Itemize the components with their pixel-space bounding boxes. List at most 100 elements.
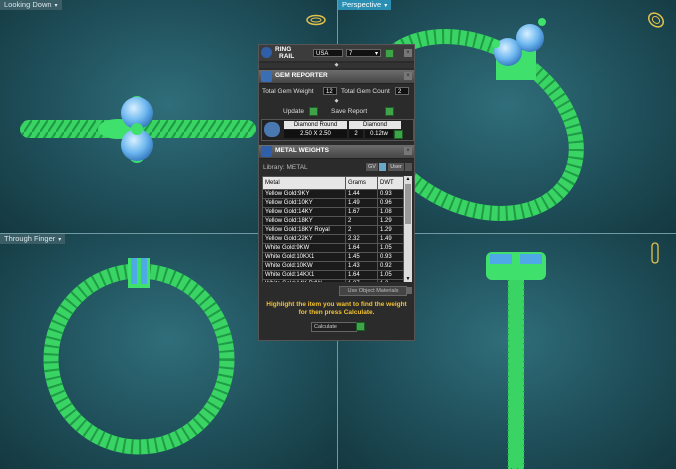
dwt-cell: 1.05 xyxy=(377,270,404,280)
gv-button[interactable]: GV xyxy=(366,163,378,171)
column-header-metal[interactable]: Metal xyxy=(262,176,346,190)
metal-weights-header: METAL WEIGHTS × xyxy=(259,145,414,159)
metal-name-cell: Yellow Gold:14KY xyxy=(262,207,346,217)
dwt-cell: 0.93 xyxy=(377,252,404,262)
metal-name-cell: Yellow Gold:18KY Royal xyxy=(262,225,346,235)
chevron-down-icon[interactable]: ▾ xyxy=(58,237,61,243)
table-row[interactable]: Yellow Gold:18KY 2 1.29 xyxy=(262,216,404,226)
viewport-title: Through Finger xyxy=(4,234,56,243)
close-icon[interactable]: × xyxy=(404,72,412,80)
gem-reporter-title: GEM REPORTER xyxy=(275,72,328,79)
metal-name-cell: Yellow Gold:9KY xyxy=(262,189,346,199)
ring-rail-title-line2: RAIL xyxy=(279,53,295,60)
total-gem-count-label: Total Gem Count xyxy=(341,88,390,95)
ring-rail-title-line1: RING xyxy=(275,46,292,53)
metal-weights-table: Metal Grams DWT Yellow Gold:9KY 1.44 0.93 Y… xyxy=(262,176,404,282)
viewport-title: Looking Down xyxy=(4,0,52,9)
library-label: Library: METAL xyxy=(263,164,308,171)
table-row[interactable]: White Gold:10KX1 1.45 0.93 xyxy=(262,252,404,262)
update-button[interactable] xyxy=(309,107,318,116)
scrollbar-thumb[interactable] xyxy=(405,184,411,224)
metal-name-cell: Yellow Gold:22KY xyxy=(262,234,346,244)
use-object-materials-icon[interactable] xyxy=(406,287,412,294)
save-report-button[interactable] xyxy=(385,107,394,116)
close-icon[interactable]: × xyxy=(404,49,412,57)
chevron-down-icon[interactable]: ▼ xyxy=(405,276,411,282)
dwt-cell: 1.08 xyxy=(377,207,404,217)
viewport-label-through-finger[interactable]: Through Finger ▾ xyxy=(0,234,66,244)
metal-name-cell: White Gold:14KX1 xyxy=(262,270,346,280)
gem-thumbnail xyxy=(264,122,280,137)
total-gem-weight-value: 12 xyxy=(323,87,337,95)
table-row[interactable]: Yellow Gold:22KY 2.32 1.49 xyxy=(262,234,404,244)
gem-reporter-icon xyxy=(261,71,272,82)
scrollbar[interactable]: ▲ ▼ xyxy=(404,176,412,282)
table-row[interactable]: Yellow Gold:18KY Royal 2 1.29 xyxy=(262,225,404,235)
library-toggle-icon[interactable] xyxy=(379,163,386,171)
column-header-dwt[interactable]: DWT xyxy=(377,176,404,190)
dwt-cell: 1.49 xyxy=(377,234,404,244)
ring-size-value: 7 xyxy=(349,51,353,57)
dwt-cell: 1.2 xyxy=(377,279,404,282)
grams-cell: 1.44 xyxy=(345,189,378,199)
grams-cell: 1.43 xyxy=(345,261,378,271)
grams-cell: 1.64 xyxy=(345,243,378,253)
collapse-handle[interactable]: ◆ xyxy=(259,99,414,104)
table-row[interactable]: Yellow Gold:9KY 1.44 0.93 xyxy=(262,189,404,199)
save-report-label: Save Report xyxy=(331,108,368,115)
gem-list-item[interactable]: Diamond Round Diamond 2.50 X 2.50 2 0.12… xyxy=(261,119,414,141)
table-row[interactable]: Yellow Gold:10KY 1.49 0.96 xyxy=(262,198,404,208)
gem-reporter-header: GEM REPORTER × xyxy=(259,70,414,84)
grams-cell: 1.67 xyxy=(345,207,378,217)
update-label: Update xyxy=(283,108,304,115)
table-row[interactable]: Yellow Gold:14KY 1.67 1.08 xyxy=(262,207,404,217)
metal-table[interactable]: Metal Grams DWT Yellow Gold:9KY 1.44 0.93 Y… xyxy=(262,176,404,282)
column-header-grams[interactable]: Grams xyxy=(345,176,378,190)
ring-rail-title: RING RAIL xyxy=(275,46,294,60)
close-icon[interactable]: × xyxy=(404,147,412,155)
table-row[interactable]: White Gold:10KW 1.43 0.92 xyxy=(262,261,404,271)
viewport-title: Perspective xyxy=(342,0,382,9)
grams-cell: 2.32 xyxy=(345,234,378,244)
collapse-handle[interactable]: ◆ xyxy=(259,63,414,68)
chevron-up-icon[interactable]: ▲ xyxy=(405,176,411,182)
chevron-down-icon[interactable]: ▾ xyxy=(55,3,58,9)
viewport-label-looking-down[interactable]: Looking Down ▾ xyxy=(0,0,62,10)
user-button[interactable]: User xyxy=(388,163,404,171)
metal-name-cell: Yellow Gold:10KY xyxy=(262,198,346,208)
metal-name-cell: White Gold:10KW xyxy=(262,261,346,271)
ring-view-icon[interactable] xyxy=(306,14,326,26)
user-toggle-icon[interactable] xyxy=(405,163,412,171)
grams-cell: 1.45 xyxy=(345,252,378,262)
chevron-down-icon[interactable]: ▾ xyxy=(384,3,387,9)
table-row[interactable]: White Gold:14KX1 1.64 1.05 xyxy=(262,270,404,280)
ring-rail-apply-button[interactable] xyxy=(385,49,394,58)
metal-weights-body: Library: METAL GV User Metal Grams DWT Y… xyxy=(259,159,414,343)
metal-name-cell: White Gold:14K PdW xyxy=(262,279,346,282)
metal-weights-title: METAL WEIGHTS xyxy=(275,147,329,154)
gem-type-label: Diamond xyxy=(349,121,401,129)
viewport-label-perspective[interactable]: Perspective ▾ xyxy=(338,0,392,10)
dwt-cell: 0.96 xyxy=(377,198,404,208)
calculate-button[interactable] xyxy=(356,322,365,331)
gem-select-button[interactable] xyxy=(394,130,403,139)
use-object-materials-toggle[interactable]: Use Object Materials xyxy=(339,286,407,296)
ring-side-icon[interactable] xyxy=(650,242,660,264)
grams-cell: 2 xyxy=(345,225,378,235)
gem-shape-label: Diamond Round xyxy=(284,121,347,129)
grams-cell: 1.64 xyxy=(345,270,378,280)
metal-weights-icon xyxy=(261,146,272,157)
ring-standard-field[interactable]: USA xyxy=(313,49,343,57)
dwt-cell: 1.29 xyxy=(377,225,404,235)
calculate-hint: Highlight the item you want to find the … xyxy=(266,301,407,316)
metal-weights-section: METAL WEIGHTS × Library: METAL GV User M… xyxy=(259,145,414,343)
table-row[interactable]: White Gold:14K PdW1.871.2 xyxy=(262,279,404,282)
metal-name-cell: White Gold:10KX1 xyxy=(262,252,346,262)
ring-perspective-icon[interactable] xyxy=(646,10,666,30)
ring-rail-section: RING RAIL USA 7 ▾ × xyxy=(259,45,414,61)
table-row[interactable]: White Gold:9KW 1.64 1.05 xyxy=(262,243,404,253)
total-gem-weight-label: Total Gem Weight xyxy=(262,88,314,95)
ring-size-select[interactable]: 7 ▾ xyxy=(346,49,381,57)
calculate-label: Calculate xyxy=(311,322,357,332)
grams-cell: 1.49 xyxy=(345,198,378,208)
